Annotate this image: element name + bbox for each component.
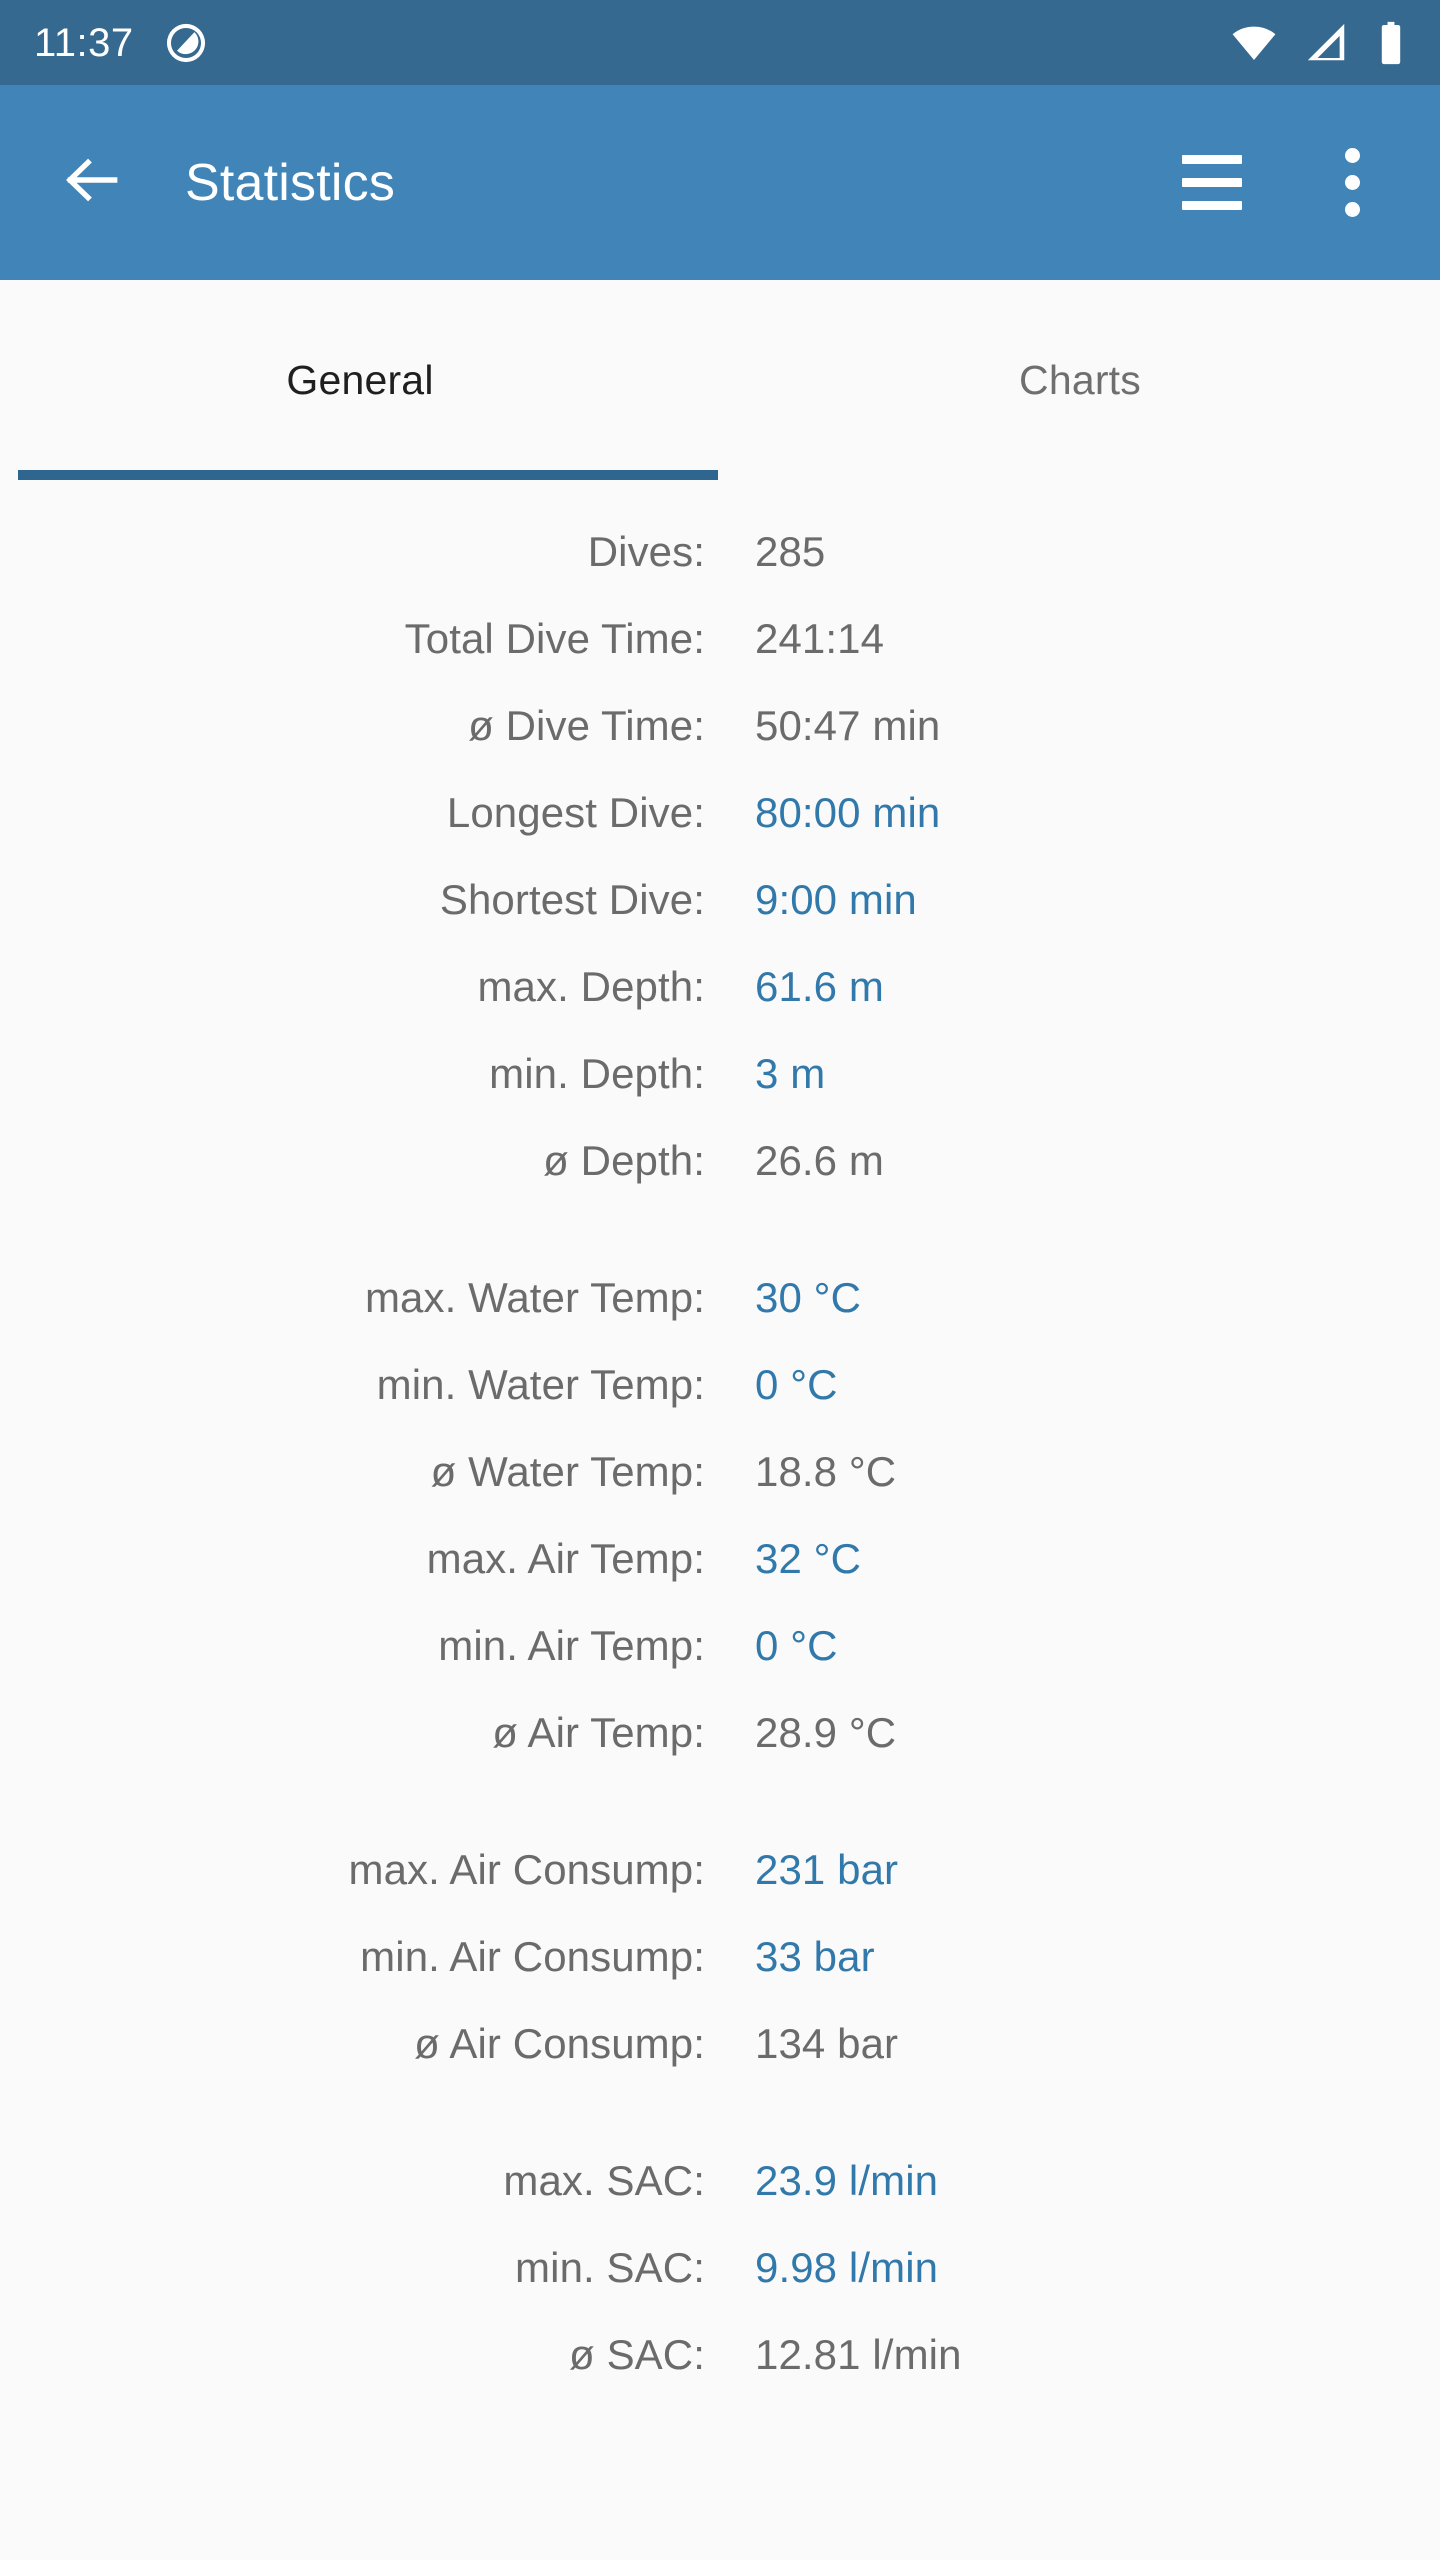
stat-label: ø Water Temp: — [430, 1448, 705, 1495]
stat-label: min. Depth: — [489, 1050, 705, 1097]
status-bar-left: 11:37 — [34, 21, 208, 65]
tab-charts-label: Charts — [1019, 356, 1141, 403]
stat-label: min. Air Consump: — [360, 1933, 705, 1980]
stat-row: max. SAC: 23.9 l/min — [0, 2157, 1440, 2244]
stat-value: 134 bar — [755, 2020, 899, 2067]
stat-value-link[interactable]: 33 bar — [755, 1933, 875, 1981]
stat-row: min. Air Consump: 33 bar — [0, 1933, 1440, 2020]
app-bar: Statistics — [0, 85, 1440, 280]
stat-row: ø Air Temp: 28.9 °C — [0, 1709, 1440, 1796]
wifi-icon — [1230, 19, 1278, 67]
tab-charts[interactable]: Charts — [720, 280, 1440, 480]
stat-value-link[interactable]: 61.6 m — [755, 963, 884, 1011]
stat-row: max. Air Temp: 32 °C — [0, 1535, 1440, 1622]
stat-value-link[interactable]: 0 °C — [755, 1361, 838, 1409]
app-bar-actions — [1170, 141, 1394, 225]
stat-value-link[interactable]: 32 °C — [755, 1535, 861, 1583]
stat-value-link[interactable]: 23.9 l/min — [755, 2157, 938, 2205]
stat-value: 18.8 °C — [755, 1448, 897, 1495]
hamburger-menu-icon — [1182, 155, 1242, 210]
tab-general[interactable]: General — [0, 280, 720, 480]
tab-active-indicator — [18, 470, 718, 480]
page-title: Statistics — [185, 153, 396, 212]
stat-label: ø Depth: — [543, 1137, 705, 1184]
stat-row: min. Water Temp: 0 °C — [0, 1361, 1440, 1448]
stat-value: 26.6 m — [755, 1137, 884, 1184]
stat-value-link[interactable]: 30 °C — [755, 1274, 861, 1322]
stat-row: Longest Dive: 80:00 min — [0, 789, 1440, 876]
stat-label: Total Dive Time: — [404, 615, 705, 662]
stat-row: Dives: 285 — [0, 528, 1440, 615]
stat-value-link[interactable]: 9.98 l/min — [755, 2244, 938, 2292]
tab-bar: General Charts — [0, 280, 1440, 480]
stat-label: ø SAC: — [569, 2331, 705, 2378]
stat-label: min. Air Temp: — [438, 1622, 705, 1669]
stat-label: min. Water Temp: — [376, 1361, 705, 1408]
stat-row: max. Water Temp: 30 °C — [0, 1274, 1440, 1361]
stat-value: 241:14 — [755, 615, 885, 662]
stat-label: ø Dive Time: — [468, 702, 705, 749]
stat-label: max. Air Consump: — [348, 1846, 705, 1893]
more-vertical-icon — [1344, 148, 1360, 217]
stat-value-link[interactable]: 80:00 min — [755, 789, 940, 837]
stat-value-link[interactable]: 3 m — [755, 1050, 825, 1098]
stat-row: min. Air Temp: 0 °C — [0, 1622, 1440, 1709]
stat-row: ø Air Consump: 134 bar — [0, 2020, 1440, 2107]
stat-label: Dives: — [587, 528, 705, 575]
stat-value: 285 — [755, 528, 826, 575]
stat-row: ø Dive Time: 50:47 min — [0, 702, 1440, 789]
menu-button[interactable] — [1170, 141, 1254, 225]
stat-row: ø SAC: 12.81 l/min — [0, 2331, 1440, 2418]
stat-label: ø Air Temp: — [492, 1709, 705, 1756]
statistics-list: Dives: 285 Total Dive Time: 241:14 ø Div… — [0, 480, 1440, 2418]
stat-label: max. SAC: — [503, 2157, 705, 2204]
stat-label: Longest Dive: — [446, 789, 705, 836]
stat-value: 50:47 min — [755, 702, 941, 749]
overflow-menu-button[interactable] — [1310, 141, 1394, 225]
back-arrow-icon — [58, 146, 126, 219]
notification-circle-icon — [164, 21, 208, 65]
stat-row: Shortest Dive: 9:00 min — [0, 876, 1440, 963]
battery-icon — [1376, 20, 1406, 66]
stat-row: min. SAC: 9.98 l/min — [0, 2244, 1440, 2331]
stat-label: max. Air Temp: — [426, 1535, 705, 1582]
stat-label: Shortest Dive: — [439, 876, 705, 923]
stat-value: 12.81 l/min — [755, 2331, 962, 2378]
tab-general-label: General — [286, 356, 434, 403]
stat-label: ø Air Consump: — [414, 2020, 705, 2067]
stat-row: max. Depth: 61.6 m — [0, 963, 1440, 1050]
stat-row: Total Dive Time: 241:14 — [0, 615, 1440, 702]
stat-value-link[interactable]: 231 bar — [755, 1846, 898, 1894]
status-bar: 11:37 — [0, 0, 1440, 85]
stat-label: max. Depth: — [477, 963, 705, 1010]
stat-value: 28.9 °C — [755, 1709, 897, 1756]
stat-label: max. Water Temp: — [364, 1274, 705, 1321]
status-clock: 11:37 — [34, 20, 134, 65]
cell-signal-icon — [1304, 20, 1350, 66]
stat-row: max. Air Consump: 231 bar — [0, 1846, 1440, 1933]
stat-value-link[interactable]: 0 °C — [755, 1622, 838, 1670]
back-button[interactable] — [46, 137, 138, 229]
stat-row: ø Depth: 26.6 m — [0, 1137, 1440, 1224]
stat-row: ø Water Temp: 18.8 °C — [0, 1448, 1440, 1535]
stat-row: min. Depth: 3 m — [0, 1050, 1440, 1137]
stat-label: min. SAC: — [515, 2244, 705, 2291]
stat-value-link[interactable]: 9:00 min — [755, 876, 917, 924]
status-bar-right — [1230, 19, 1406, 67]
